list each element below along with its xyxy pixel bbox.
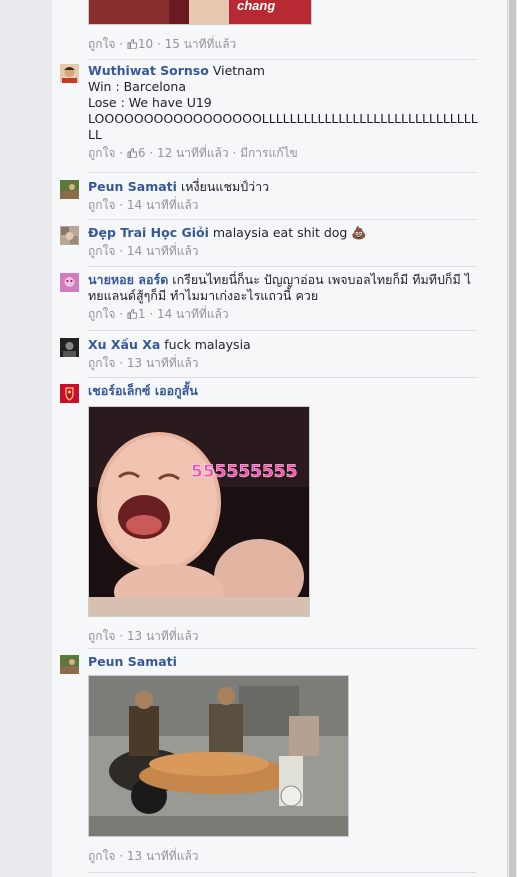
comment-author[interactable]: Peun Samati [88, 654, 177, 669]
comment-divider [88, 377, 477, 378]
avatar[interactable] [60, 384, 79, 403]
comment-photo[interactable]: 555555555 [88, 406, 310, 617]
photo-caption: 555555555 [191, 462, 297, 482]
comment-item: นายหอย ลอร์ด เกรียนไทยนี่ก็นะ ปัญญาอ่อน … [60, 272, 478, 322]
comment-item: Peun Samati เหงี่ยนแชมป์ว่าว ถูกใจ · 14 … [60, 179, 478, 213]
comment-time[interactable]: 13 นาทีที่แล้ว [127, 356, 199, 370]
comment-author[interactable]: Peun Samati [88, 179, 177, 194]
like-count[interactable]: 1 [138, 307, 146, 321]
like-link[interactable]: ถูกใจ [88, 198, 115, 212]
comment-author[interactable]: Wuthiwat Sornso [88, 63, 209, 78]
comment-time[interactable]: 13 นาทีที่แล้ว [127, 629, 199, 643]
comment-author[interactable]: นายหอย ลอร์ด [88, 272, 168, 287]
like-link[interactable]: ถูกใจ [88, 244, 115, 258]
comment-meta: ถูกใจ · 13 นาทีที่แล้ว [88, 849, 199, 863]
comment-text: เหงี่ยนแชมป์ว่าว [180, 179, 270, 194]
comment-time[interactable]: 14 นาทีที่แล้ว [157, 307, 229, 321]
comment-item: Peun Samati ถูกใจ · 13 นาทีที่แล้ว [60, 654, 478, 864]
like-link[interactable]: ถูกใจ [88, 629, 115, 643]
comment-item: Xu Xấu Xa fuck malaysia ถูกใจ · 13 นาทีท… [60, 337, 478, 371]
photo-football-players: chang [89, 0, 311, 24]
like-link[interactable]: ถูกใจ [88, 307, 115, 321]
comment-meta: ถูกใจ · 1 · 14 นาทีที่แล้ว [88, 307, 229, 321]
like-count[interactable]: 6 [138, 146, 146, 160]
svg-text:chang: chang [237, 0, 275, 13]
comment-divider [88, 266, 477, 267]
comment-prev: ถูกใจ · 10 · 15 นาทีที่แล้ว [60, 34, 478, 52]
like-link[interactable]: ถูกใจ [88, 849, 115, 863]
scrollbar-thumb[interactable] [509, 0, 516, 877]
street-market-photo [89, 676, 348, 836]
like-count[interactable]: 10 [138, 37, 153, 51]
thumbs-up-icon [127, 309, 137, 319]
comment-photo[interactable] [88, 675, 349, 837]
avatar[interactable] [60, 226, 79, 245]
avatar[interactable] [60, 338, 79, 357]
comment-author[interactable]: เชอร์อเล็กซ์ เออกูสั้น [88, 383, 198, 398]
comment-meta: ถูกใจ · 13 นาทีที่แล้ว [88, 356, 199, 370]
avatar[interactable] [60, 273, 79, 292]
thumbs-up-icon [127, 39, 137, 49]
comment-text: malaysia eat shit dog 💩 [212, 225, 367, 240]
comment-time[interactable]: 13 นาทีที่แล้ว [127, 849, 199, 863]
comment-meta: ถูกใจ · 10 · 15 นาทีที่แล้ว [88, 37, 237, 51]
avatar[interactable] [60, 64, 79, 83]
comment-time[interactable]: 12 นาทีที่แล้ว [157, 146, 229, 160]
comment-divider [88, 872, 477, 873]
comment-time[interactable]: 14 นาทีที่แล้ว [127, 244, 199, 258]
like-link[interactable]: ถูกใจ [88, 146, 115, 160]
comment-text: fuck malaysia [164, 337, 251, 352]
edited-link[interactable]: มีการแก้ไข [240, 146, 298, 160]
comment-meta: ถูกใจ · 14 นาทีที่แล้ว [88, 244, 199, 258]
previous-comment-photo[interactable]: chang [88, 0, 312, 25]
comment-item: Đẹp Trai Học Giỏi malaysia eat shit dog … [60, 225, 478, 259]
comment-divider [88, 648, 477, 649]
comment-meta: ถูกใจ · 14 นาทีที่แล้ว [88, 198, 199, 212]
comment-divider [88, 330, 477, 331]
like-link[interactable]: ถูกใจ [88, 37, 115, 51]
comment-time[interactable]: 14 นาทีที่แล้ว [127, 198, 199, 212]
avatar[interactable] [60, 655, 79, 674]
comment-meta: ถูกใจ · 13 นาทีที่แล้ว [88, 629, 199, 643]
comment-author[interactable]: Xu Xấu Xa [88, 337, 160, 352]
like-link[interactable]: ถูกใจ [88, 356, 115, 370]
laughing-baby-photo: 555555555 [89, 407, 309, 616]
comment-divider [88, 59, 477, 60]
comment-item: Wuthiwat Sornso Vietnam Win : Barcelona … [60, 63, 478, 161]
vertical-scrollbar[interactable] [507, 0, 517, 877]
comment-author[interactable]: Đẹp Trai Học Giỏi [88, 225, 209, 240]
comment-divider [88, 172, 477, 173]
thumbs-up-icon [127, 148, 137, 158]
avatar[interactable] [60, 180, 79, 199]
comment-time[interactable]: 15 นาทีที่แล้ว [165, 37, 237, 51]
comment-divider [88, 219, 477, 220]
comment-meta: ถูกใจ · 6 · 12 นาทีที่แล้ว · มีการแก้ไข [88, 146, 298, 160]
comment-item: เชอร์อเล็กซ์ เออกูสั้น 555555555 ถูกใจ ·… [60, 383, 478, 644]
